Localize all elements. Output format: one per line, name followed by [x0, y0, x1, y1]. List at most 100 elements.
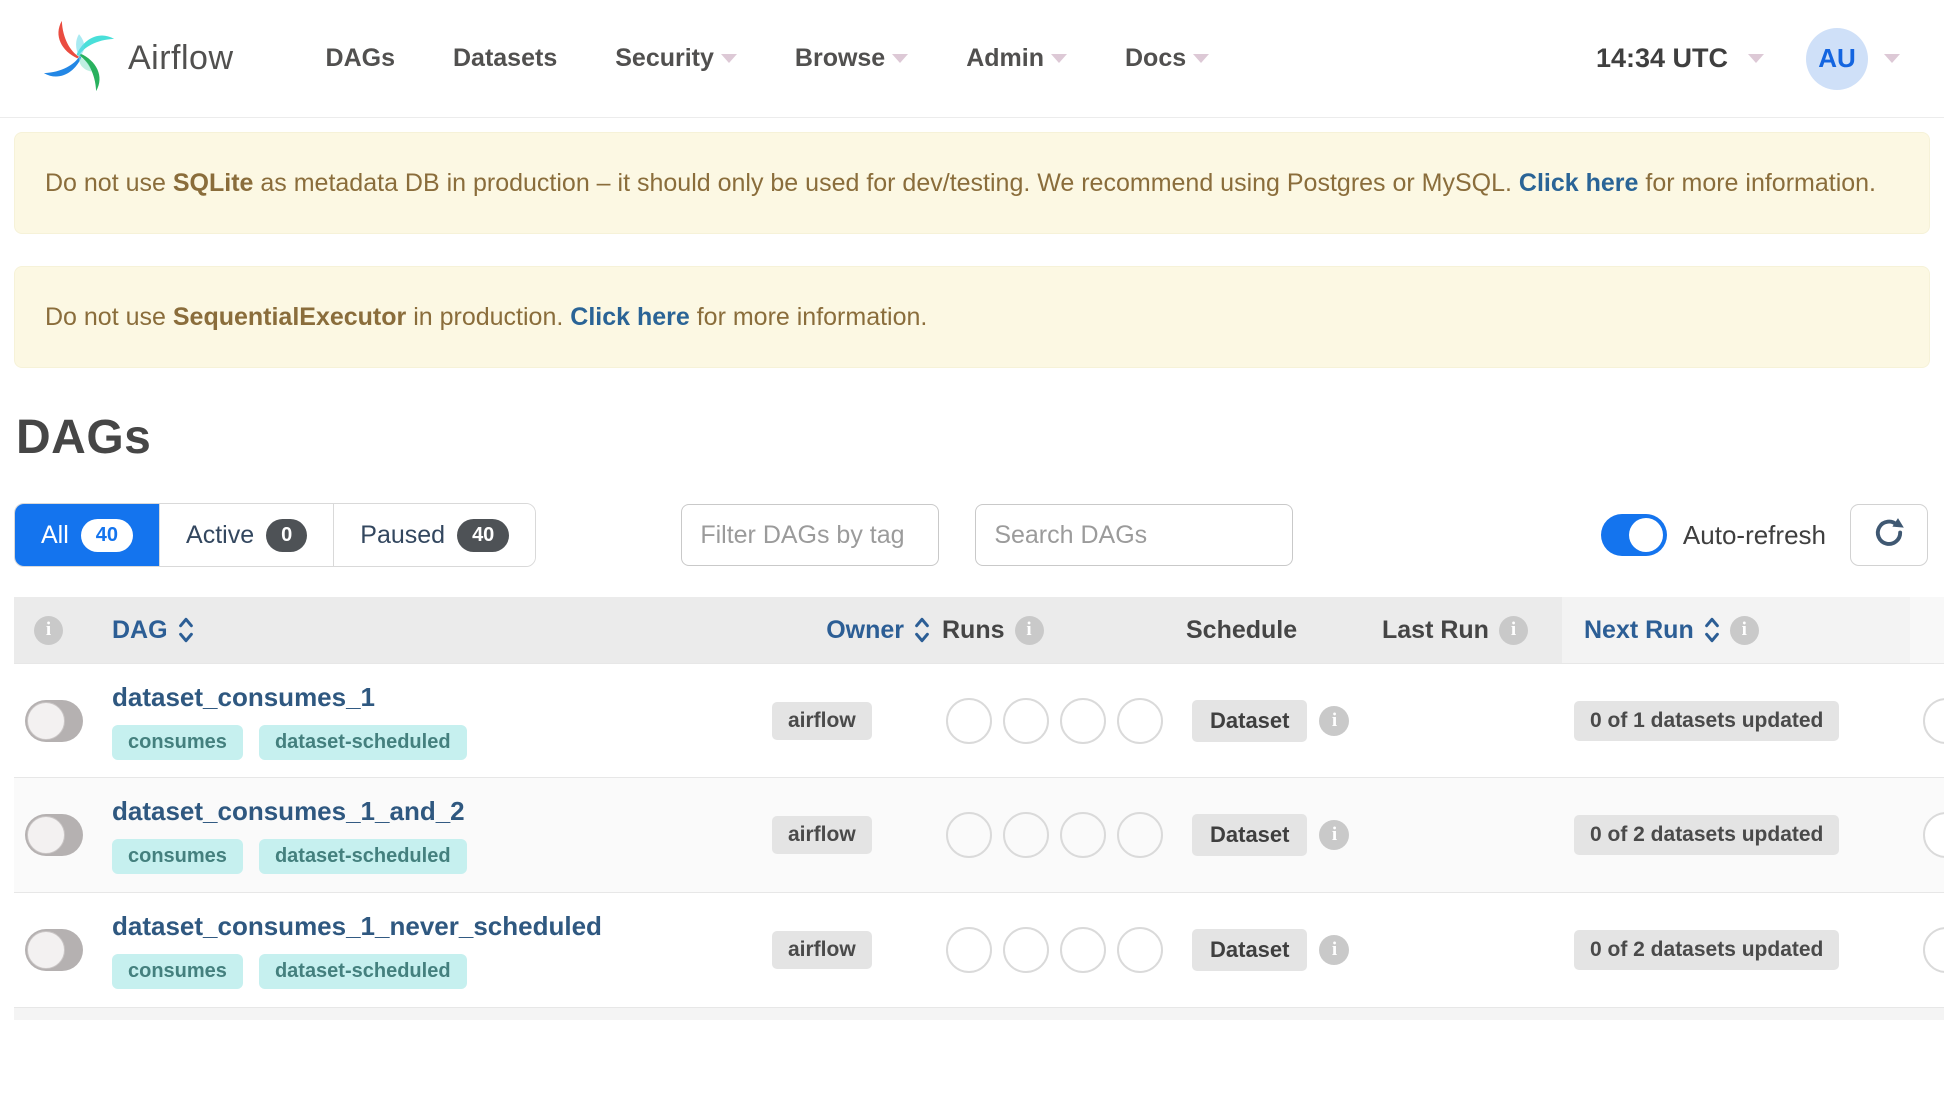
- header-next-run[interactable]: Next Run i: [1562, 597, 1910, 663]
- header-dag[interactable]: DAG: [94, 597, 756, 663]
- nav-item-dags[interactable]: DAGs: [326, 44, 395, 73]
- airflow-dags-page: Airflow DAGs Datasets Security Browse Ad…: [0, 0, 1944, 1096]
- nav-right: 14:34 UTC AU: [1596, 27, 1900, 90]
- sort-icon: [914, 615, 930, 645]
- run-status-circle[interactable]: [1003, 697, 1049, 744]
- airflow-pinwheel-logo-icon: [40, 17, 118, 100]
- table-row: dataset_consumes_1_and_2 consumes datase…: [14, 778, 1944, 893]
- header-label: Schedule: [1186, 615, 1298, 644]
- page-title: DAGs: [16, 411, 152, 464]
- next-run-badge: 0 of 2 datasets updated: [1574, 930, 1840, 970]
- dag-tag[interactable]: dataset-scheduled: [258, 724, 467, 760]
- banner-strong: SequentialExecutor: [172, 303, 407, 331]
- info-icon[interactable]: i: [1729, 615, 1759, 645]
- dag-name-link[interactable]: dataset_consumes_1: [112, 682, 375, 713]
- chevron-down-icon[interactable]: [1748, 54, 1764, 63]
- runs-cell: [936, 778, 1186, 892]
- info-icon[interactable]: i: [34, 615, 63, 645]
- run-status-circle[interactable]: [1003, 812, 1049, 858]
- dag-tag[interactable]: dataset-scheduled: [258, 839, 467, 874]
- row-toggle-cell: [14, 778, 94, 892]
- header-label: Owner: [826, 615, 904, 644]
- run-status-circles: [936, 927, 1163, 973]
- dag-tag[interactable]: consumes: [112, 724, 243, 760]
- search-dags-input[interactable]: [975, 504, 1294, 566]
- chevron-down-icon[interactable]: [1884, 54, 1900, 63]
- refresh-icon: [1872, 516, 1906, 555]
- tab-label: Active: [186, 520, 255, 549]
- refresh-group: Auto-refresh: [1600, 504, 1928, 566]
- dag-cell: dataset_consumes_1_and_2 consumes datase…: [94, 778, 756, 892]
- auto-refresh-toggle[interactable]: [1600, 514, 1667, 556]
- utc-clock[interactable]: 14:34 UTC: [1596, 43, 1728, 74]
- dag-pause-toggle[interactable]: [25, 929, 83, 971]
- nav-item-browse[interactable]: Browse: [795, 44, 909, 73]
- run-status-circles: [936, 697, 1163, 744]
- run-status-circle[interactable]: [1003, 927, 1049, 973]
- toggle-knob: [27, 816, 65, 854]
- dag-name-link[interactable]: dataset_consumes_1_never_scheduled: [112, 911, 602, 942]
- schedule-badge[interactable]: Dataset: [1192, 699, 1308, 742]
- run-status-circle[interactable]: [1060, 812, 1106, 858]
- banner-text: as metadata DB in production – it should…: [253, 169, 1519, 197]
- toggle-knob: [27, 701, 65, 740]
- run-status-circles: [936, 812, 1163, 858]
- dag-tag[interactable]: consumes: [112, 954, 243, 989]
- filter-dags-by-tag-input[interactable]: [681, 504, 940, 566]
- runs-cell: [936, 893, 1186, 1007]
- next-run-cell: 0 of 2 datasets updated: [1562, 778, 1910, 892]
- run-status-circle[interactable]: [1117, 927, 1163, 973]
- header-info-cell: i: [14, 597, 94, 663]
- tab-all-count-badge: 40: [80, 518, 134, 552]
- header-overflow-cell: [1910, 597, 1944, 663]
- header-label: Next Run: [1584, 615, 1694, 644]
- banner-text: for more information.: [1638, 169, 1877, 197]
- next-run-badge: 0 of 1 datasets updated: [1574, 700, 1840, 741]
- dag-name-link[interactable]: dataset_consumes_1_and_2: [112, 796, 465, 827]
- schedule-cell: Dataset i: [1186, 778, 1382, 892]
- schedule-badge[interactable]: Dataset: [1192, 929, 1308, 971]
- dag-tag[interactable]: dataset-scheduled: [258, 954, 467, 989]
- nav-item-docs[interactable]: Docs: [1125, 44, 1210, 73]
- run-status-circle[interactable]: [1117, 697, 1163, 744]
- click-here-link[interactable]: Click here: [1519, 169, 1639, 197]
- dag-tag[interactable]: consumes: [112, 839, 243, 874]
- tab-paused[interactable]: Paused 40: [334, 504, 536, 566]
- nav-items: DAGs Datasets Security Browse Admin Docs: [326, 44, 1210, 73]
- info-icon[interactable]: i: [1319, 935, 1350, 965]
- run-status-circle[interactable]: [1060, 697, 1106, 744]
- tab-all[interactable]: All 40: [15, 504, 161, 566]
- navbar: Airflow DAGs Datasets Security Browse Ad…: [0, 0, 1944, 118]
- tab-paused-count-badge: 40: [457, 518, 510, 552]
- refresh-button[interactable]: [1850, 504, 1928, 566]
- banner-text: Do not use: [45, 303, 173, 331]
- tab-active[interactable]: Active 0: [160, 504, 335, 566]
- info-icon[interactable]: i: [1319, 820, 1350, 850]
- run-status-circle[interactable]: [946, 927, 992, 973]
- owner-cell: airflow: [756, 664, 936, 777]
- info-icon[interactable]: i: [1498, 615, 1528, 645]
- auto-refresh-label: Auto-refresh: [1682, 519, 1826, 550]
- airflow-brand[interactable]: Airflow: [40, 17, 234, 100]
- info-icon[interactable]: i: [1319, 705, 1350, 736]
- schedule-badge[interactable]: Dataset: [1192, 814, 1308, 856]
- brand-name: Airflow: [128, 39, 234, 77]
- run-status-circle[interactable]: [946, 697, 992, 744]
- dag-tags: consumes dataset-scheduled: [112, 954, 467, 989]
- dag-pause-toggle[interactable]: [25, 814, 83, 856]
- dag-pause-toggle[interactable]: [25, 699, 83, 742]
- owner-cell: airflow: [756, 778, 936, 892]
- run-status-circle[interactable]: [1117, 812, 1163, 858]
- nav-item-admin[interactable]: Admin: [966, 44, 1067, 73]
- next-run-badge: 0 of 2 datasets updated: [1574, 815, 1840, 855]
- nav-item-security[interactable]: Security: [615, 44, 737, 73]
- user-avatar[interactable]: AU: [1806, 27, 1868, 90]
- info-icon[interactable]: i: [1014, 615, 1044, 645]
- tab-active-count-badge: 0: [266, 518, 308, 552]
- click-here-link[interactable]: Click here: [570, 303, 690, 331]
- run-status-circle[interactable]: [946, 812, 992, 858]
- header-owner[interactable]: Owner: [756, 597, 936, 663]
- nav-item-datasets[interactable]: Datasets: [453, 44, 557, 73]
- header-label: Last Run: [1382, 615, 1489, 644]
- run-status-circle[interactable]: [1060, 927, 1106, 973]
